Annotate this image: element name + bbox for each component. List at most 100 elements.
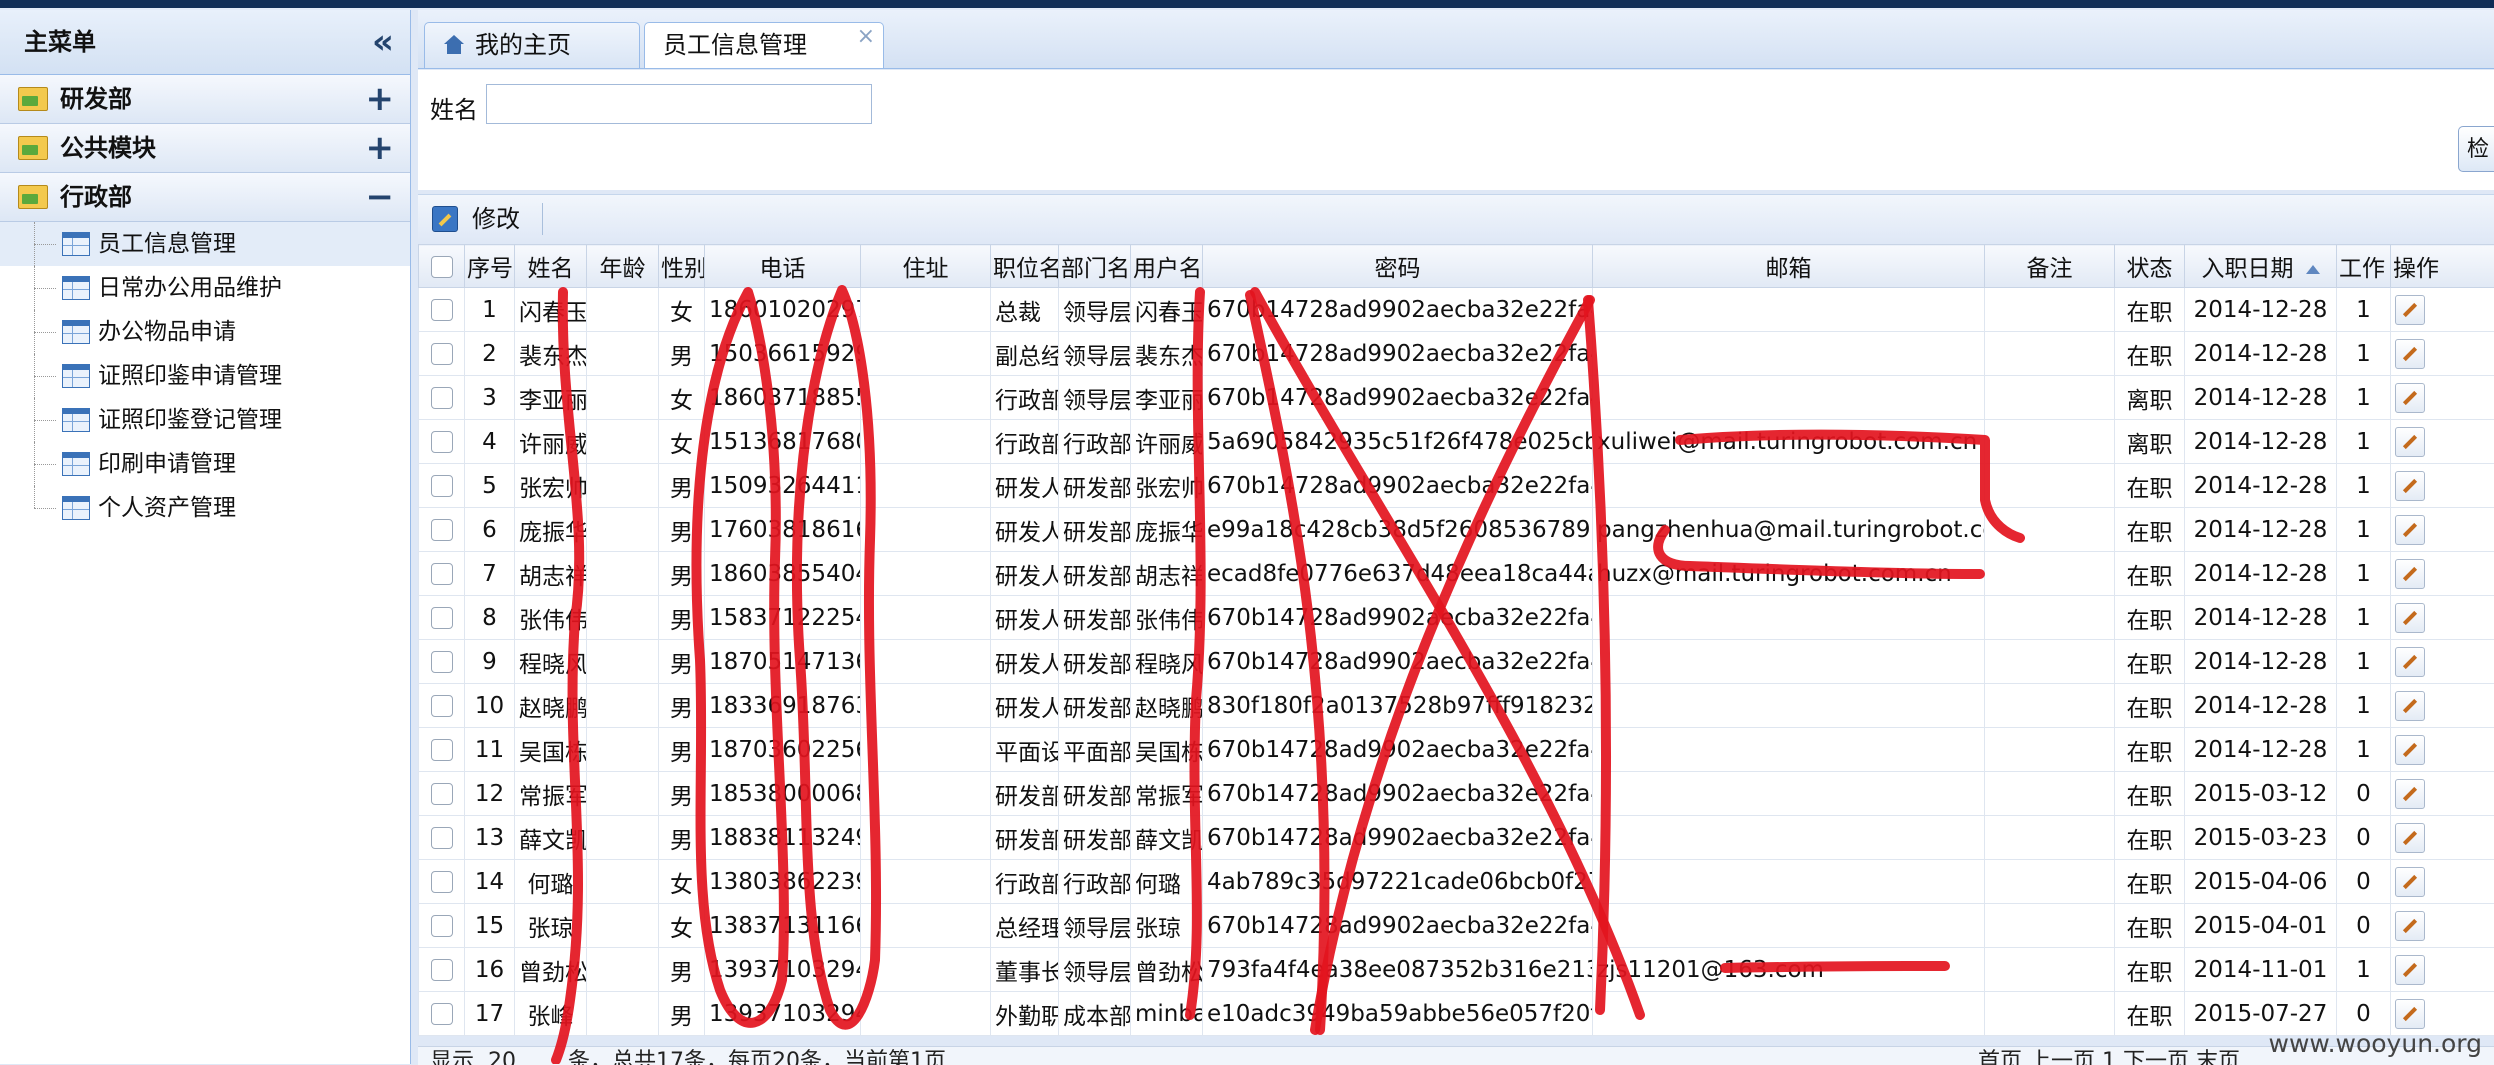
pager-nav[interactable]: 首页 上一页 1 下一页 末页	[1978, 1051, 2240, 1065]
table-row[interactable]: 5张宏帅男15093264411研发人员研发部张宏帅670b14728ad990…	[419, 464, 2494, 508]
col-header-username[interactable]: 用户名	[1131, 245, 1203, 288]
col-header-address[interactable]: 住址	[861, 245, 991, 288]
edit-row-icon[interactable]	[2395, 559, 2425, 589]
col-header-no[interactable]: 序号	[465, 245, 515, 288]
col-header-status[interactable]: 状态	[2115, 245, 2185, 288]
cell-select[interactable]	[419, 596, 465, 640]
col-header-gender[interactable]: 性别	[659, 245, 705, 288]
col-header-phone[interactable]: 电话	[705, 245, 861, 288]
table-row[interactable]: 3李亚丽女18603718855行政部领导层李亚丽670b14728ad9902…	[419, 376, 2494, 420]
edit-row-icon[interactable]	[2395, 735, 2425, 765]
table-row[interactable]: 15张琼女13837131166总经理领导层张琼670b14728ad9902a…	[419, 904, 2494, 948]
cell-select[interactable]	[419, 992, 465, 1036]
close-icon[interactable]: ×	[857, 15, 875, 59]
cell-select[interactable]	[419, 332, 465, 376]
menu-item-office-supplies[interactable]: 日常办公用品维护	[0, 266, 410, 310]
cell-select[interactable]	[419, 728, 465, 772]
menu-item-seal-register[interactable]: 证照印鉴登记管理	[0, 398, 410, 442]
edit-row-icon[interactable]	[2395, 691, 2425, 721]
table-row[interactable]: 11吴国栋男18703602256平面设计平面部吴国栋670b14728ad99…	[419, 728, 2494, 772]
col-header-action[interactable]: 操作	[2391, 245, 2494, 288]
cell-select[interactable]	[419, 420, 465, 464]
edit-row-icon[interactable]	[2395, 999, 2425, 1029]
table-row[interactable]: 12常振军男18538000068研发部研发部常振军670b14728ad990…	[419, 772, 2494, 816]
cell-select[interactable]	[419, 948, 465, 992]
collapse-icon[interactable]: «	[372, 10, 394, 74]
menu-item-employee-info[interactable]: 员工信息管理	[0, 222, 410, 266]
col-header-email[interactable]: 邮箱	[1593, 245, 1985, 288]
row-checkbox[interactable]	[431, 475, 453, 497]
cell-select[interactable]	[419, 860, 465, 904]
expand-icon[interactable]: +	[366, 75, 395, 123]
col-header-password[interactable]: 密码	[1203, 245, 1593, 288]
col-header-name[interactable]: 姓名	[515, 245, 587, 288]
cell-select[interactable]	[419, 904, 465, 948]
edit-row-icon[interactable]	[2395, 339, 2425, 369]
cell-select[interactable]	[419, 464, 465, 508]
edit-row-icon[interactable]	[2395, 911, 2425, 941]
menu-dept-admin[interactable]: 行政部 −	[0, 173, 410, 222]
table-row[interactable]: 1闪春玉女18601020297总裁领导层闪春玉670b14728ad9902a…	[419, 288, 2494, 332]
cell-select[interactable]	[419, 376, 465, 420]
row-checkbox[interactable]	[431, 519, 453, 541]
edit-row-icon[interactable]	[2395, 295, 2425, 325]
row-checkbox[interactable]	[431, 915, 453, 937]
name-search-input[interactable]	[486, 84, 872, 124]
menu-item-seal-request[interactable]: 证照印鉴申请管理	[0, 354, 410, 398]
menu-dept-common[interactable]: 公共模块 +	[0, 124, 410, 173]
edit-row-icon[interactable]	[2395, 955, 2425, 985]
edit-row-icon[interactable]	[2395, 603, 2425, 633]
tab-employee-info[interactable]: 员工信息管理 ×	[644, 22, 884, 68]
row-checkbox[interactable]	[431, 387, 453, 409]
cell-select[interactable]	[419, 684, 465, 728]
row-checkbox[interactable]	[431, 431, 453, 453]
collapse-icon[interactable]: −	[366, 173, 395, 221]
menu-dept-rd[interactable]: 研发部 +	[0, 75, 410, 124]
search-button[interactable]: 检	[2458, 126, 2494, 172]
table-row[interactable]: 14何璐女13803862239行政部行政部何璐4ab789c35d97221c…	[419, 860, 2494, 904]
select-all-header[interactable]	[419, 245, 465, 288]
cell-select[interactable]	[419, 508, 465, 552]
page-size-select[interactable]: 20	[488, 1051, 516, 1065]
menu-item-print-request[interactable]: 印刷申请管理	[0, 442, 410, 486]
col-header-note[interactable]: 备注	[1985, 245, 2115, 288]
cell-select[interactable]	[419, 288, 465, 332]
row-checkbox[interactable]	[431, 827, 453, 849]
table-row[interactable]: 9程晓风男18705147136研发人员研发部程晓风670b14728ad990…	[419, 640, 2494, 684]
table-row[interactable]: 17张峰男13937103294外勤职员成本部minbabye10adc3949…	[419, 992, 2494, 1036]
cell-select[interactable]	[419, 640, 465, 684]
cell-select[interactable]	[419, 816, 465, 860]
row-checkbox[interactable]	[431, 783, 453, 805]
table-row[interactable]: 16曾劲松男13937103294董事长领导层曾劲松793fa4f4ea38ee…	[419, 948, 2494, 992]
table-row[interactable]: 13薛文凯男18838113249研发部研发部薛文凯670b14728ad990…	[419, 816, 2494, 860]
table-row[interactable]: 7胡志祥男18603855404研发人员研发部胡志祥ecad8fe0776e63…	[419, 552, 2494, 596]
edit-row-icon[interactable]	[2395, 867, 2425, 897]
edit-row-icon[interactable]	[2395, 471, 2425, 501]
menu-item-supply-request[interactable]: 办公物品申请	[0, 310, 410, 354]
edit-row-icon[interactable]	[2395, 383, 2425, 413]
edit-row-icon[interactable]	[2395, 823, 2425, 853]
expand-icon[interactable]: +	[366, 124, 395, 172]
menu-item-personal-assets[interactable]: 个人资产管理	[0, 486, 410, 530]
row-checkbox[interactable]	[431, 343, 453, 365]
table-row[interactable]: 2裴东杰男15036615929副总经理领导层裴东杰670b14728ad990…	[419, 332, 2494, 376]
row-checkbox[interactable]	[431, 299, 453, 321]
row-checkbox[interactable]	[431, 959, 453, 981]
edit-row-icon[interactable]	[2395, 427, 2425, 457]
row-checkbox[interactable]	[431, 695, 453, 717]
row-checkbox[interactable]	[431, 651, 453, 673]
cell-select[interactable]	[419, 552, 465, 596]
table-row[interactable]: 10赵晓鹏男18336918763研发人员研发部赵晓鹏830f180f2a013…	[419, 684, 2494, 728]
row-checkbox[interactable]	[431, 607, 453, 629]
edit-row-icon[interactable]	[2395, 647, 2425, 677]
tab-home[interactable]: 我的主页	[424, 22, 640, 68]
row-checkbox[interactable]	[431, 871, 453, 893]
edit-row-icon[interactable]	[2395, 779, 2425, 809]
col-header-dept[interactable]: 部门名	[1059, 245, 1131, 288]
col-header-age[interactable]: 年龄	[587, 245, 659, 288]
table-row[interactable]: 6庞振华男17603818616研发人员研发部庞振华e99a18c428cb38…	[419, 508, 2494, 552]
edit-button[interactable]: 修改	[432, 201, 520, 237]
table-row[interactable]: 4许丽威女15136817680行政部行政部许丽威5a6905842935c51…	[419, 420, 2494, 464]
row-checkbox[interactable]	[431, 1003, 453, 1025]
col-header-work[interactable]: 工作	[2337, 245, 2391, 288]
